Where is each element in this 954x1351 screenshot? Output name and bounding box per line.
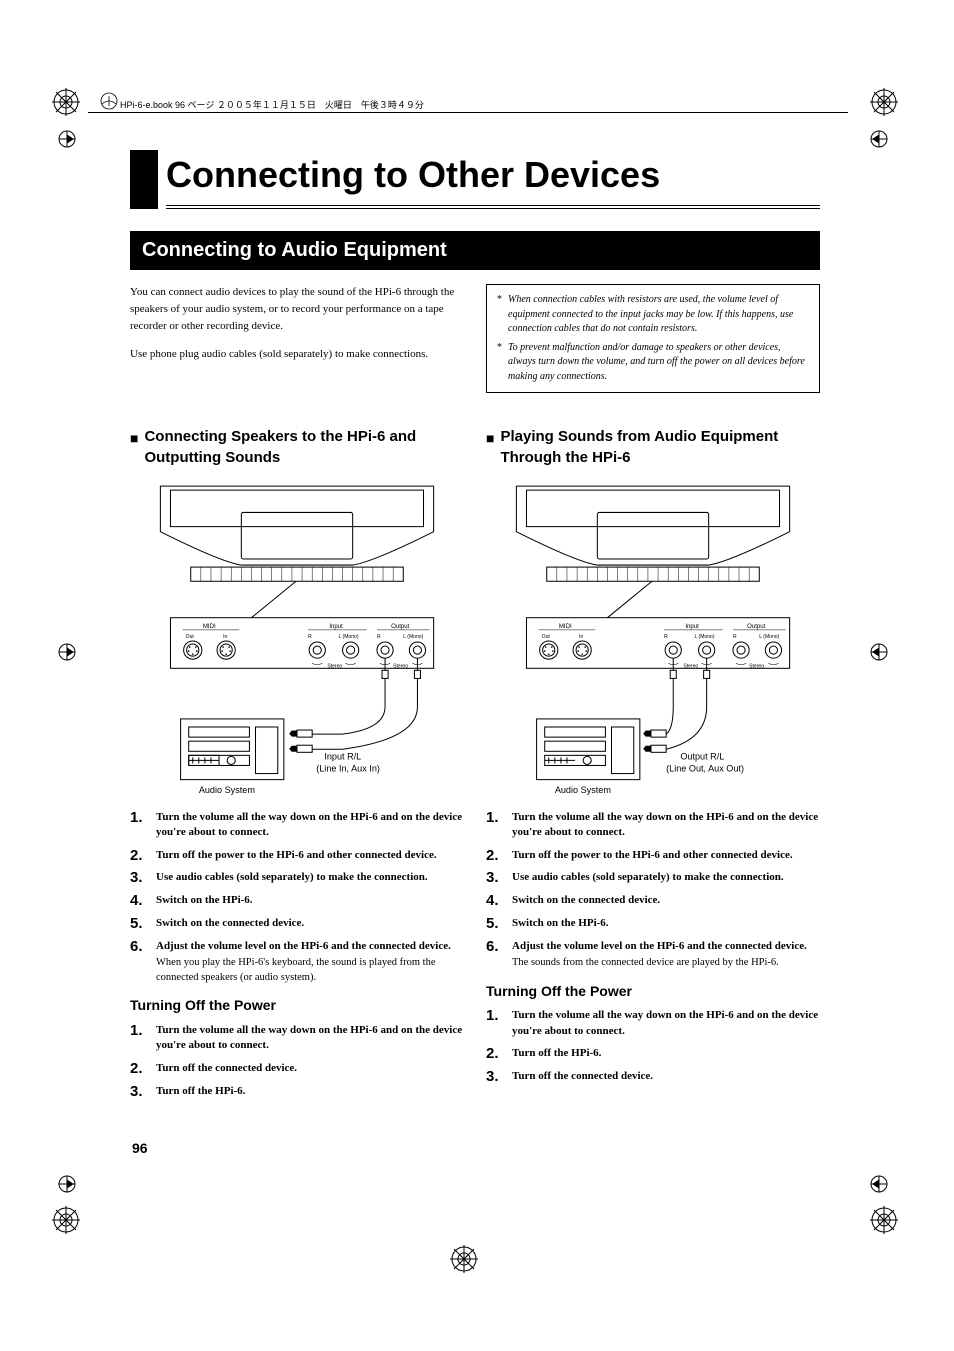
svg-text:L (Mono): L (Mono) bbox=[759, 634, 779, 640]
chapter-title: Connecting to Other Devices bbox=[166, 150, 820, 205]
svg-text:Audio System: Audio System bbox=[199, 785, 255, 795]
connection-diagram-input: MIDI Out In Input R L (Mono) bbox=[486, 476, 820, 800]
crop-mark-icon bbox=[870, 130, 888, 148]
svg-text:(Line Out, Aux Out): (Line Out, Aux Out) bbox=[666, 763, 744, 773]
step-item: Turn off the power to the HPi-6 and othe… bbox=[512, 848, 793, 864]
svg-text:MIDI: MIDI bbox=[203, 624, 216, 630]
svg-text:Input: Input bbox=[685, 624, 699, 630]
registration-mark-icon bbox=[870, 1206, 898, 1234]
step-item: Turn off the connected device. bbox=[512, 1069, 653, 1085]
svg-text:Stereo: Stereo bbox=[327, 663, 342, 669]
svg-text:Input R/L: Input R/L bbox=[324, 751, 361, 761]
svg-text:MIDI: MIDI bbox=[559, 624, 572, 630]
intro-paragraph: Use phone plug audio cables (sold separa… bbox=[130, 346, 464, 363]
intro-paragraph: You can connect audio devices to play th… bbox=[130, 284, 464, 335]
subsection-heading: ■ Connecting Speakers to the HPi-6 and O… bbox=[130, 427, 464, 468]
svg-text:(Line In, Aux In): (Line In, Aux In) bbox=[316, 763, 380, 773]
svg-text:Output: Output bbox=[747, 624, 766, 630]
step-item: Turn the volume all the way down on the … bbox=[512, 810, 820, 841]
svg-text:Stereo: Stereo bbox=[683, 663, 698, 669]
steps-list: Turn the volume all the way down on the … bbox=[130, 810, 464, 986]
note-text: To prevent malfunction and/or damage to … bbox=[508, 341, 809, 385]
step-note: When you play the HPi-6's keyboard, the … bbox=[156, 956, 464, 985]
svg-text:L (Mono): L (Mono) bbox=[338, 634, 358, 640]
svg-text:L (Mono): L (Mono) bbox=[403, 634, 423, 640]
svg-text:R: R bbox=[377, 634, 381, 640]
svg-text:R: R bbox=[664, 634, 668, 640]
svg-text:In: In bbox=[223, 634, 227, 640]
crop-mark-icon bbox=[58, 643, 76, 661]
square-bullet-icon: ■ bbox=[486, 427, 494, 468]
svg-text:L (Mono): L (Mono) bbox=[694, 634, 714, 640]
svg-text:Stereo: Stereo bbox=[749, 663, 764, 669]
svg-text:R: R bbox=[733, 634, 737, 640]
step-item: Turn off the power to the HPi-6 and othe… bbox=[156, 848, 437, 864]
step-item: Turn off the HPi-6. bbox=[512, 1046, 601, 1062]
step-item: Turn the volume all the way down on the … bbox=[156, 810, 464, 841]
steps-list: Turn the volume all the way down on the … bbox=[486, 810, 820, 971]
step-item: Turn off the connected device. bbox=[156, 1061, 297, 1077]
book-spine-icon bbox=[100, 92, 118, 110]
square-bullet-icon: ■ bbox=[130, 427, 138, 468]
note-box: *When connection cables with resistors a… bbox=[486, 284, 820, 393]
step-item: Turn the volume all the way down on the … bbox=[512, 1008, 820, 1039]
crop-mark-icon bbox=[870, 1175, 888, 1193]
step-item: Use audio cables (sold separately) to ma… bbox=[512, 870, 784, 886]
step-item: Switch on the connected device. bbox=[512, 893, 660, 909]
steps-list: Turn the volume all the way down on the … bbox=[486, 1008, 820, 1084]
crop-mark-icon bbox=[58, 1175, 76, 1193]
step-item: Turn off the HPi-6. bbox=[156, 1084, 245, 1100]
svg-text:Input: Input bbox=[329, 624, 343, 630]
registration-mark-icon bbox=[870, 88, 898, 116]
crop-mark-icon bbox=[58, 130, 76, 148]
registration-mark-icon bbox=[450, 1245, 478, 1273]
step-item: Adjust the volume level on the HPi-6 and… bbox=[156, 939, 464, 986]
page-number: 96 bbox=[132, 1140, 148, 1156]
step-item: Switch on the HPi-6. bbox=[156, 893, 253, 909]
step-item: Switch on the HPi-6. bbox=[512, 916, 609, 932]
chapter-marker bbox=[130, 150, 158, 209]
asterisk-icon: * bbox=[497, 293, 502, 337]
step-item: Use audio cables (sold separately) to ma… bbox=[156, 870, 428, 886]
note-text: When connection cables with resistors ar… bbox=[508, 293, 809, 337]
step-item: Switch on the connected device. bbox=[156, 916, 304, 932]
step-item: Adjust the volume level on the HPi-6 and… bbox=[512, 939, 807, 971]
svg-text:R: R bbox=[308, 634, 312, 640]
crop-mark-icon bbox=[870, 643, 888, 661]
step-item: Turn the volume all the way down on the … bbox=[156, 1023, 464, 1054]
section-heading: Connecting to Audio Equipment bbox=[130, 231, 820, 270]
svg-text:Out: Out bbox=[542, 634, 551, 640]
svg-text:Out: Out bbox=[186, 634, 195, 640]
step-note: The sounds from the connected device are… bbox=[512, 956, 807, 971]
svg-text:Stereo: Stereo bbox=[393, 663, 408, 669]
steps-list: Turn the volume all the way down on the … bbox=[130, 1023, 464, 1099]
paragraph-heading: Turning Off the Power bbox=[486, 981, 820, 1003]
registration-mark-icon bbox=[52, 1206, 80, 1234]
svg-text:Output R/L: Output R/L bbox=[680, 751, 724, 761]
subsection-heading: ■ Playing Sounds from Audio Equipment Th… bbox=[486, 427, 820, 468]
paragraph-heading: Turning Off the Power bbox=[130, 995, 464, 1017]
registration-mark-icon bbox=[52, 88, 80, 116]
connection-diagram-output: MIDI Out In Input R L (Mono) bbox=[130, 476, 464, 800]
asterisk-icon: * bbox=[497, 341, 502, 385]
svg-text:Output: Output bbox=[391, 624, 410, 630]
svg-text:In: In bbox=[579, 634, 583, 640]
svg-text:Audio System: Audio System bbox=[555, 785, 611, 795]
